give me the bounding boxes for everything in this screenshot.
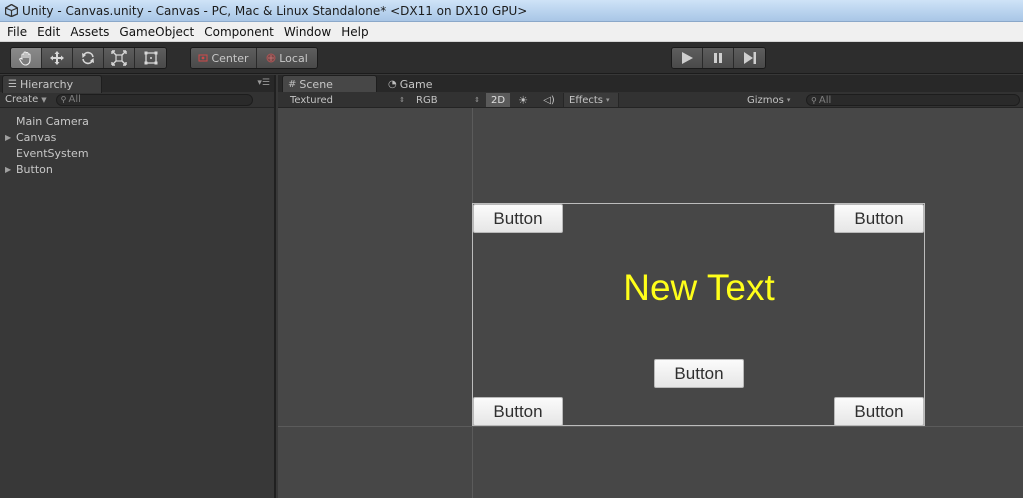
menu-window[interactable]: Window	[279, 22, 336, 42]
hand-tool-button[interactable]	[11, 48, 42, 68]
tab-game-label: Game	[399, 78, 433, 91]
title-bar: Unity - Canvas.unity - Canvas - PC, Mac …	[0, 0, 1023, 22]
scene-toolbar: Textured ⇕ RGB ⇕ 2D ☀ ◁) Effects ▾ Gizmo…	[278, 92, 1023, 108]
tab-hierarchy[interactable]: ☰ Hierarchy	[2, 75, 102, 93]
rect-tool-icon	[144, 51, 157, 65]
dropdown-arrows-icon: ⇕	[474, 96, 480, 104]
scene-grid-icon: #	[288, 79, 297, 90]
chevron-down-icon: ▼	[41, 96, 47, 104]
pause-icon	[714, 53, 722, 63]
toggle-2d-label: 2D	[490, 94, 506, 106]
menu-component[interactable]: Component	[199, 22, 279, 42]
hierarchy-item-label: Button	[16, 162, 53, 176]
move-tool-button[interactable]	[42, 48, 73, 68]
local-space-icon	[266, 53, 276, 63]
step-icon	[743, 52, 756, 64]
menu-bar: File Edit Assets GameObject Component Wi…	[0, 22, 1023, 42]
tab-hierarchy-label: Hierarchy	[19, 78, 74, 91]
hierarchy-item-label: EventSystem	[16, 146, 89, 160]
create-dropdown-label: Create	[5, 94, 39, 105]
move-icon	[50, 51, 64, 65]
hierarchy-list-icon: ☰	[8, 79, 17, 90]
scene-tab-strip: # Scene ◔ Game	[278, 75, 1023, 93]
hierarchy-tab-strip: ☰ Hierarchy ▾☰	[0, 75, 274, 93]
unity-editor-window: Unity - Canvas.unity - Canvas - PC, Mac …	[0, 0, 1023, 498]
main-toolbar: Center Local	[0, 42, 1023, 74]
hierarchy-item-canvas[interactable]: ▶ Canvas	[0, 129, 274, 145]
step-button[interactable]	[734, 48, 765, 68]
pivot-center-button[interactable]: Center	[191, 48, 257, 68]
chevron-down-icon: ▾	[786, 96, 791, 104]
menu-gameobject[interactable]: GameObject	[114, 22, 199, 42]
scene-search-input[interactable]	[816, 94, 1019, 106]
expand-arrow-icon[interactable]: ▶	[5, 165, 14, 174]
menu-file[interactable]: File	[2, 22, 32, 42]
scale-icon	[111, 50, 127, 66]
hierarchy-toolbar: Create ▼ ⚲	[0, 92, 274, 108]
effects-label: Effects	[569, 94, 603, 106]
play-button[interactable]	[672, 48, 703, 68]
scene-panel: # Scene ◔ Game Textured ⇕ RGB ⇕ 2D ☀ ◁) …	[278, 75, 1023, 498]
hierarchy-item-eventsystem[interactable]: EventSystem	[0, 145, 274, 161]
scene-viewport[interactable]: Button Button New Text Button Button But…	[278, 108, 1023, 498]
speaker-icon: ◁)	[543, 94, 555, 106]
effects-dropdown[interactable]: Effects ▾	[563, 93, 619, 107]
viewport-axis-line-horizontal	[278, 426, 1023, 427]
game-pacman-icon: ◔	[388, 79, 397, 90]
shading-mode-label: Textured	[290, 94, 333, 106]
menu-edit[interactable]: Edit	[32, 22, 65, 42]
expand-arrow-icon[interactable]: ▶	[5, 133, 14, 142]
gizmos-label: Gizmos	[747, 94, 784, 106]
pause-button[interactable]	[703, 48, 734, 68]
scene-audio-toggle[interactable]: ◁)	[540, 93, 558, 107]
pivot-center-label: Center	[211, 51, 249, 65]
ui-button-bottom-left[interactable]: Button	[473, 397, 563, 426]
ui-button-bottom-right[interactable]: Button	[834, 397, 924, 426]
hierarchy-panel: ☰ Hierarchy ▾☰ Create▼ ⚲ Main Camera ▶Ca…	[0, 75, 276, 498]
gizmos-dropdown[interactable]: Gizmos ▾	[747, 93, 799, 107]
hierarchy-item-button[interactable]: ▶ Button	[0, 161, 274, 177]
panel-menu-icon[interactable]: ▾☰	[257, 78, 270, 88]
sun-icon: ☀	[518, 93, 528, 107]
menu-help[interactable]: Help	[336, 22, 373, 42]
scene-lighting-toggle[interactable]: ☀	[515, 93, 531, 107]
canvas-bounds	[472, 203, 925, 426]
window-title: Unity - Canvas.unity - Canvas - PC, Mac …	[22, 3, 528, 18]
hierarchy-search-input[interactable]	[66, 94, 252, 105]
scale-tool-button[interactable]	[104, 48, 135, 68]
render-mode-label: RGB	[416, 94, 438, 106]
ui-button-top-right[interactable]: Button	[834, 204, 924, 233]
ui-button-center[interactable]: Button	[654, 359, 744, 388]
toggle-2d-button[interactable]: 2D	[486, 93, 510, 107]
playback-controls	[671, 47, 766, 69]
pivot-toggles: Center Local	[190, 47, 318, 69]
dropdown-arrows-icon: ⇕	[399, 96, 405, 104]
hierarchy-item-main-camera[interactable]: Main Camera	[0, 113, 274, 129]
rect-tool-button[interactable]	[135, 48, 166, 68]
render-mode-dropdown[interactable]: RGB ⇕	[416, 93, 480, 107]
ui-button-top-left[interactable]: Button	[473, 204, 563, 233]
hierarchy-item-label: Main Camera	[16, 114, 89, 128]
tab-scene[interactable]: # Scene	[282, 75, 377, 93]
hierarchy-tree: Main Camera ▶ Canvas EventSystem ▶ Button	[0, 108, 274, 177]
pivot-local-button[interactable]: Local	[257, 48, 317, 68]
hand-icon	[19, 51, 31, 66]
play-icon	[682, 52, 693, 64]
rotate-tool-button[interactable]	[73, 48, 104, 68]
hierarchy-search-field[interactable]: ⚲	[55, 93, 253, 106]
menu-assets[interactable]: Assets	[65, 22, 114, 42]
tab-game[interactable]: ◔ Game	[382, 75, 477, 93]
rotate-icon	[82, 51, 94, 65]
chevron-down-icon: ▾	[606, 96, 610, 104]
hierarchy-item-label: Canvas	[16, 130, 57, 144]
unity-logo-icon	[4, 4, 18, 18]
pivot-center-icon	[198, 54, 208, 62]
scene-search-field[interactable]: ⚲	[806, 94, 1020, 106]
transform-tools	[10, 47, 167, 69]
shading-mode-dropdown[interactable]: Textured ⇕	[290, 93, 405, 107]
tab-scene-label: Scene	[299, 78, 333, 91]
ui-text-new-text[interactable]: New Text	[568, 267, 830, 309]
pivot-local-label: Local	[279, 51, 308, 65]
create-dropdown[interactable]: Create ▼	[5, 94, 47, 105]
